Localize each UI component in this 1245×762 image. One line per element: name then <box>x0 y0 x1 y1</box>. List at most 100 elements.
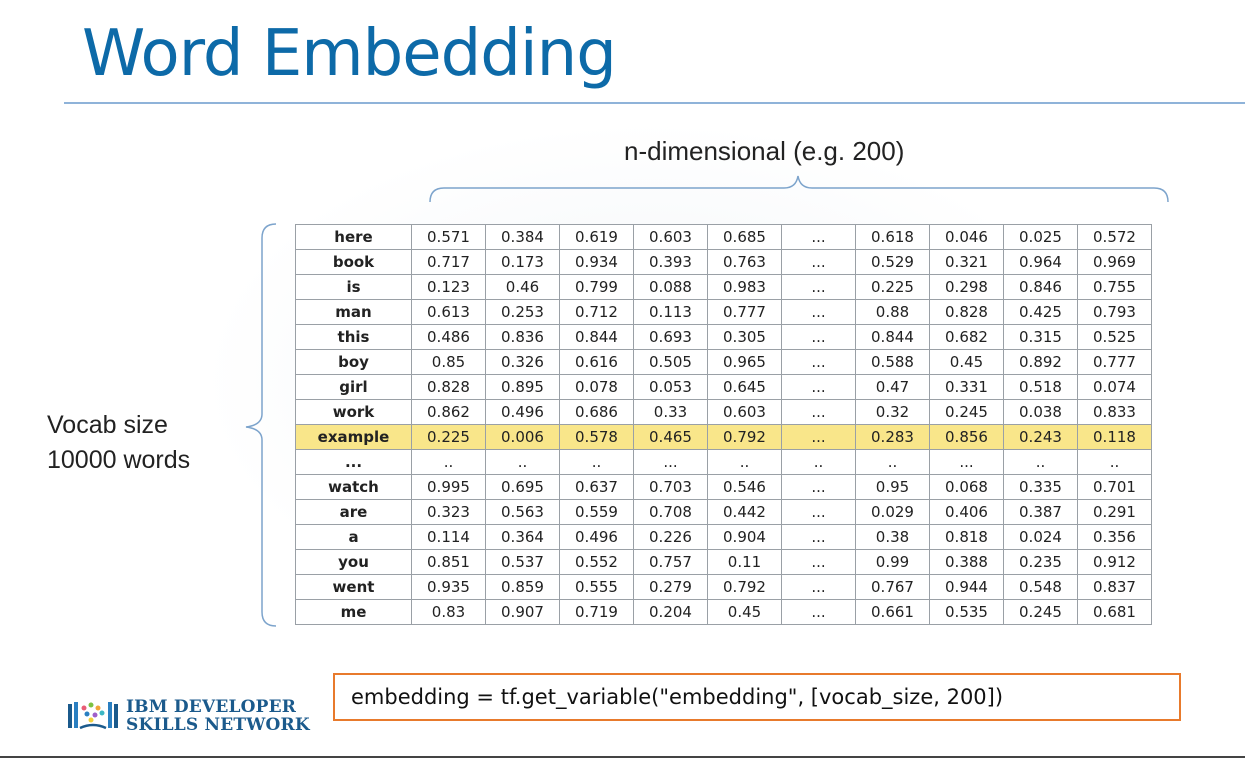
value-cell: .. <box>559 449 634 475</box>
value-cell: 0.799 <box>559 274 634 300</box>
table-row: man 0.613 0.253 0.712 0.113 0.777... 0.88 0.828… <box>295 299 1152 325</box>
value-cell: 0.793 <box>1077 299 1152 325</box>
value-cell: ... <box>781 399 856 425</box>
value-cell: 0.387 <box>1003 499 1078 525</box>
value-cell: 0.588 <box>855 349 930 375</box>
value-cell: 0.364 <box>485 524 560 550</box>
value-cell: 0.701 <box>1077 474 1152 500</box>
value-cell: 0.969 <box>1077 249 1152 275</box>
value-cell: 0.892 <box>1003 349 1078 375</box>
value-cell: 0.537 <box>485 549 560 575</box>
value-cell: 0.496 <box>485 399 560 425</box>
value-cell: 0.068 <box>929 474 1004 500</box>
table-row: me 0.83 0.907 0.719 0.204 0.45... 0.661 0.535 0.… <box>295 599 1152 625</box>
value-cell: .. <box>707 449 782 475</box>
table-row: a 0.114 0.364 0.496 0.226 0.904... 0.38 0.818 0.… <box>295 524 1152 550</box>
value-cell: 0.828 <box>411 374 486 400</box>
value-cell: 0.529 <box>855 249 930 275</box>
word-cell: are <box>295 499 412 525</box>
value-cell: 0.995 <box>411 474 486 500</box>
value-cell: 0.682 <box>929 324 1004 350</box>
logo-line2: SKILLS NETWORK <box>126 715 310 735</box>
value-cell: 0.425 <box>1003 299 1078 325</box>
value-cell: 0.393 <box>633 249 708 275</box>
value-cell: 0.025 <box>1003 224 1078 250</box>
value-cell: 0.818 <box>929 524 1004 550</box>
word-cell: this <box>295 324 412 350</box>
dimension-label: n-dimensional (e.g. 200) <box>624 136 905 166</box>
value-cell: 0.32 <box>855 399 930 425</box>
value-cell: 0.99 <box>855 549 930 575</box>
value-cell: 0.335 <box>1003 474 1078 500</box>
value-cell: .. <box>1003 449 1078 475</box>
value-cell: 0.225 <box>855 274 930 300</box>
word-cell: watch <box>295 474 412 500</box>
value-cell: 0.613 <box>411 299 486 325</box>
table-row: example 0.225 0.006 0.578 0.465 0.792... 0.283… <box>295 424 1152 450</box>
value-cell: 0.555 <box>559 574 634 600</box>
value-cell: 0.935 <box>411 574 486 600</box>
table-row: is 0.123 0.46 0.799 0.088 0.983... 0.225 0.298 0… <box>295 274 1152 300</box>
value-cell: 0.279 <box>633 574 708 600</box>
value-cell: 0.767 <box>855 574 930 600</box>
value-cell: 0.836 <box>485 324 560 350</box>
slide-title: Word Embedding <box>82 17 617 91</box>
logo-line1: IBM DEVELOPER <box>126 697 297 717</box>
vocab-size-line2: 10000 words <box>47 446 191 474</box>
value-cell: 0.315 <box>1003 324 1078 350</box>
value-cell: 0.225 <box>411 424 486 450</box>
value-cell: 0.552 <box>559 549 634 575</box>
code-snippet-box: embedding = tf.get_variable("embedding",… <box>333 673 1181 721</box>
value-cell: 0.777 <box>707 299 782 325</box>
value-cell: 0.661 <box>855 599 930 625</box>
value-cell: 0.11 <box>707 549 782 575</box>
value-cell: 0.686 <box>559 399 634 425</box>
word-cell: man <box>295 299 412 325</box>
table-row: work 0.862 0.496 0.686 0.33 0.603... 0.32 0.245… <box>295 399 1152 425</box>
value-cell: 0.912 <box>1077 549 1152 575</box>
value-cell: 0.356 <box>1077 524 1152 550</box>
value-cell: 0.038 <box>1003 399 1078 425</box>
value-cell: 0.837 <box>1077 574 1152 600</box>
value-cell: 0.907 <box>485 599 560 625</box>
value-cell: 0.45 <box>929 349 1004 375</box>
value-cell: 0.844 <box>855 324 930 350</box>
table-row: boy 0.85 0.326 0.616 0.505 0.965... 0.588 0.45 0… <box>295 349 1152 375</box>
value-cell: 0.442 <box>707 499 782 525</box>
value-cell: 0.681 <box>1077 599 1152 625</box>
value-cell: 0.406 <box>929 499 1004 525</box>
code-snippet: embedding = tf.get_variable("embedding",… <box>351 685 1004 709</box>
value-cell: ... <box>781 574 856 600</box>
table-row: went 0.935 0.859 0.555 0.279 0.792... 0.767 0.9… <box>295 574 1152 600</box>
table-row: are 0.323 0.563 0.559 0.708 0.442... 0.029 0.40… <box>295 499 1152 525</box>
value-cell: 0.114 <box>411 524 486 550</box>
value-cell: 0.305 <box>707 324 782 350</box>
value-cell: 0.078 <box>559 374 634 400</box>
value-cell: ... <box>781 224 856 250</box>
word-cell: here <box>295 224 412 250</box>
table-row: ......................... <box>295 449 1152 475</box>
value-cell: 0.226 <box>633 524 708 550</box>
value-cell: 0.859 <box>485 574 560 600</box>
value-cell: ... <box>781 274 856 300</box>
value-cell: 0.074 <box>1077 374 1152 400</box>
left-brace-icon <box>245 223 277 627</box>
value-cell: 0.719 <box>559 599 634 625</box>
word-cell: boy <box>295 349 412 375</box>
value-cell: 0.712 <box>559 299 634 325</box>
value-cell: 0.053 <box>633 374 708 400</box>
value-cell: 0.559 <box>559 499 634 525</box>
value-cell: 0.118 <box>1077 424 1152 450</box>
value-cell: .. <box>411 449 486 475</box>
value-cell: 0.95 <box>855 474 930 500</box>
value-cell: 0.45 <box>707 599 782 625</box>
word-cell: girl <box>295 374 412 400</box>
value-cell: 0.708 <box>633 499 708 525</box>
value-cell: 0.695 <box>485 474 560 500</box>
value-cell: 0.964 <box>1003 249 1078 275</box>
value-cell: 0.571 <box>411 224 486 250</box>
word-cell: ... <box>295 449 412 475</box>
open-book-icon <box>68 702 118 730</box>
value-cell: 0.46 <box>485 274 560 300</box>
value-cell: ... <box>781 499 856 525</box>
